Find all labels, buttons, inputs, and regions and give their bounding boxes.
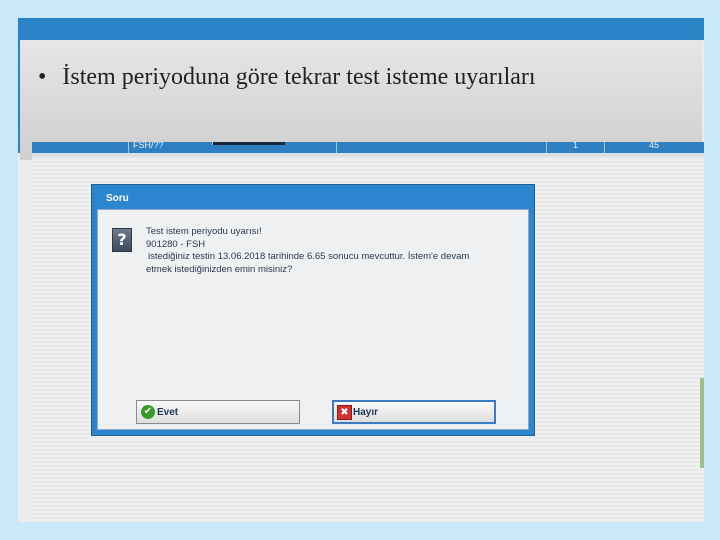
presentation-slide: • İstem periyoduna göre tekrar test istem… xyxy=(18,18,704,522)
message-line-2: 901280 - FSH xyxy=(146,238,206,250)
header-cell-2: 1 xyxy=(546,142,605,153)
title-bullet: • xyxy=(38,64,47,90)
slide-title: • İstem periyoduna göre tekrar test istem… xyxy=(38,64,536,91)
header-cell-1-text: FSH/?? xyxy=(133,142,164,150)
yes-button[interactable]: ✔ Evet xyxy=(136,400,300,424)
yes-button-label: Evet xyxy=(157,407,179,418)
header-cell-1: FSH/?? xyxy=(128,142,209,153)
message-line-3: istediğiniz testin 13.06.2018 tarihinde … xyxy=(148,251,470,262)
question-icon: ? xyxy=(112,228,132,252)
no-button-label: Hayır xyxy=(353,407,379,418)
no-button[interactable]: ✖ Hayır xyxy=(332,400,496,424)
header-cell-3: 45 xyxy=(604,142,691,153)
message-line-4: etmek istediğinizden emin misiniz? xyxy=(146,263,293,275)
message-line-1: Test istem periyodu uyarısı! xyxy=(146,226,262,237)
question-dialog: Soru ? Test istem periyodu uyarısı! 9012… xyxy=(91,184,535,436)
title-text: İstem periyoduna göre tekrar test isteme… xyxy=(62,64,536,90)
slide-top-band xyxy=(18,18,704,40)
header-divider xyxy=(336,142,338,153)
header-cell-2-text: 1 xyxy=(573,142,579,150)
checkmark-icon: ✔ xyxy=(141,405,155,419)
header-cell-3-text: 45 xyxy=(649,142,660,150)
right-edge-accent xyxy=(700,378,704,468)
dialog-message: Test istem periyodu uyarısı! 901280 - FS… xyxy=(146,226,469,276)
dialog-body: ? Test istem periyodu uyarısı! 901280 - … xyxy=(97,209,529,430)
app-table-header: FSH/?? 1 45 xyxy=(32,142,704,153)
dialog-title: Soru xyxy=(106,193,129,204)
header-cell-selected xyxy=(212,142,285,145)
cancel-x-icon: ✖ xyxy=(337,405,352,420)
